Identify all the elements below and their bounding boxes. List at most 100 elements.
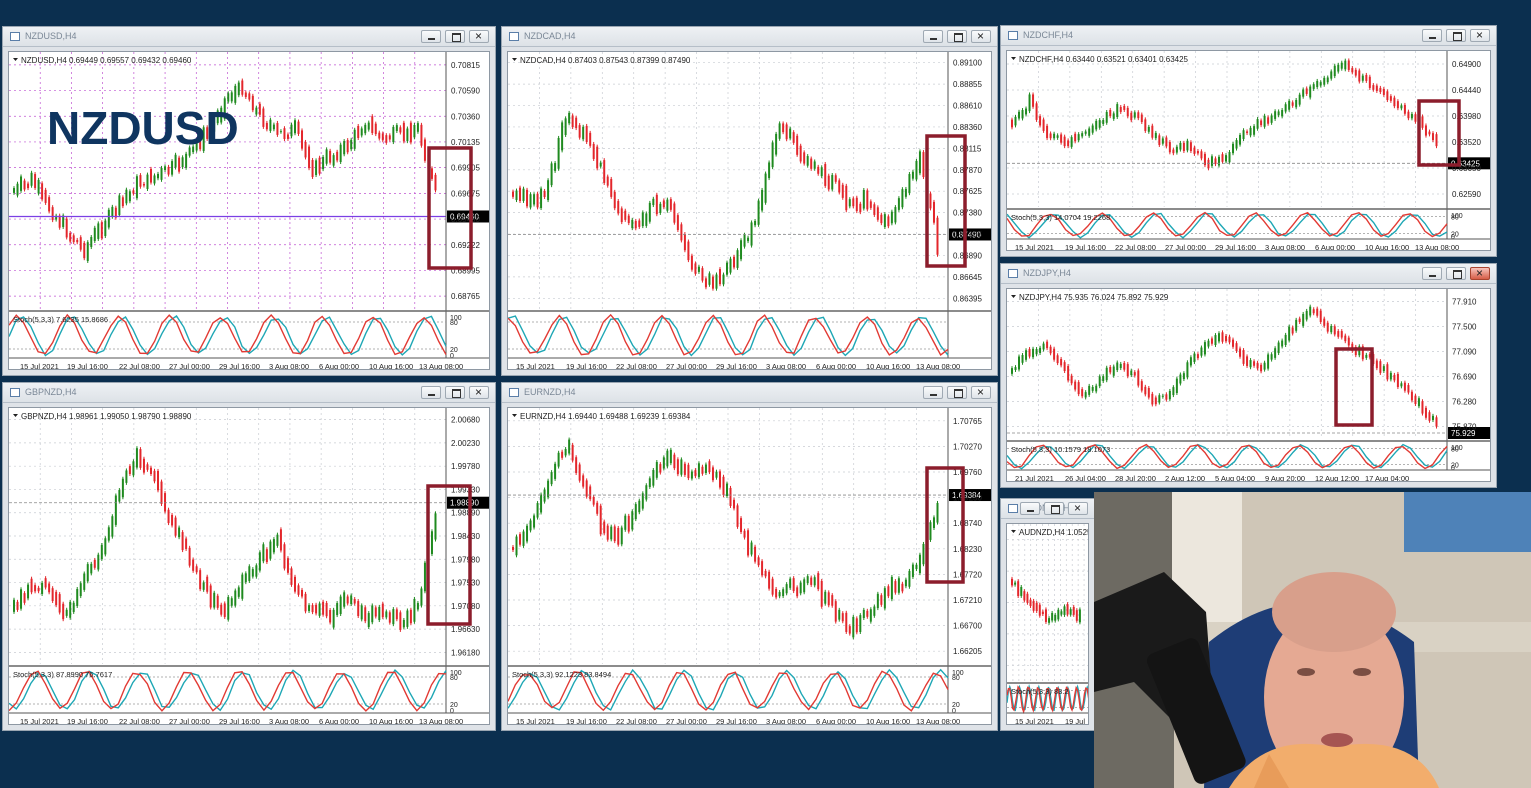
candle-body <box>904 579 907 587</box>
chart-svg[interactable]: 1.693841.707651.702701.697601.692501.687… <box>508 408 992 725</box>
candle-body <box>100 544 103 559</box>
window-title-bar[interactable]: NZDJPY,H4 <box>1001 264 1496 284</box>
candle-body <box>680 224 683 241</box>
candle-body <box>1256 362 1259 369</box>
chart-svg[interactable]: AUDNZD,H4 1.0525 Stoch(5,3,3) 83.2 15 Jul … <box>1007 524 1089 725</box>
chart-header: NZDCAD,H4 0.87403 0.87543 0.87399 0.8749… <box>520 56 691 65</box>
candle-body <box>227 93 230 102</box>
close-button[interactable] <box>971 29 991 43</box>
chart-canvas[interactable]: 1.98890 2.00680 2.00230 1.99780 1.99330 1.988… <box>8 407 490 725</box>
chart-canvas[interactable]: 75.929 77.910 77.500 77.090 76.690 76.280 75.8… <box>1006 288 1491 482</box>
window-title-bar[interactable]: GBPNZD,H4 <box>3 383 495 403</box>
maximize-button[interactable] <box>1446 267 1466 280</box>
candle-body <box>1217 156 1220 166</box>
chart-canvas[interactable]: AUDNZD,H4 1.0525 Stoch(5,3,3) 83.2 15 Jul … <box>1006 523 1089 725</box>
time-axis-label: 6 Aug 00:00 <box>1315 243 1355 251</box>
window-title-bar[interactable]: AUDNZD,H4 <box>1001 499 1094 519</box>
candle-body <box>918 554 921 574</box>
maximize-button[interactable] <box>947 386 967 399</box>
candle-body <box>929 193 932 209</box>
candle-body <box>1053 133 1056 139</box>
candle-body <box>859 615 862 632</box>
candle-body <box>244 92 247 97</box>
close-button[interactable] <box>469 29 489 43</box>
collapse-icon[interactable] <box>13 414 18 417</box>
minimize-button[interactable] <box>923 30 943 43</box>
collapse-icon[interactable] <box>1011 530 1016 533</box>
candle-body <box>149 467 152 474</box>
candle-body <box>315 160 318 176</box>
chart-canvas[interactable]: 0.63425 0.64900 0.64440 0.63980 0.63520 0.630… <box>1006 50 1491 251</box>
candle-body <box>915 564 918 570</box>
candle-body <box>220 604 223 615</box>
minimize-button[interactable] <box>1422 267 1442 280</box>
chart-window-eurnzd[interactable]: EURNZD,H4 1.693841.707651.702701.697601.6… <box>501 382 998 731</box>
chart-svg[interactable]: 0.634250.649000.644400.639800.635200.630… <box>1007 51 1491 251</box>
minimize-button[interactable] <box>923 386 943 399</box>
candle-body <box>23 180 26 190</box>
chart-window-nzdcad[interactable]: NZDCAD,H4 0.874900.891000.888550.886100.8… <box>501 26 998 376</box>
chart-canvas[interactable]: 1.69384 1.70765 1.70270 1.69760 1.69250 1.687… <box>507 407 992 725</box>
candle-body <box>336 603 339 616</box>
chart-window-nzdjpy[interactable]: NZDJPY,H4 75.92977.91077.50077.09076.6907… <box>1000 263 1497 488</box>
candle-body <box>589 132 592 146</box>
minimize-button[interactable] <box>1422 29 1442 42</box>
chart-svg[interactable]: 75.92977.91077.50077.09076.69076.28075.8… <box>1007 289 1491 482</box>
minimize-button[interactable] <box>1020 502 1040 515</box>
price-axis-label: 0.62590 <box>1452 190 1481 199</box>
chart-svg[interactable]: 0.874900.891000.888550.886100.883600.881… <box>508 52 992 370</box>
candle-body <box>199 570 202 590</box>
stoch-label: Stoch(5,3,3) 87.8990 76.7617 <box>13 670 112 679</box>
maximize-button[interactable] <box>445 30 465 43</box>
chart-svg[interactable]: 0.69460 0.70815 0.70590 0.70360 0.70135 0.699… <box>9 52 490 370</box>
window-title-bar[interactable]: NZDCAD,H4 <box>502 27 997 47</box>
collapse-icon[interactable] <box>1011 57 1016 60</box>
candle-body <box>1358 70 1361 82</box>
candle-body <box>627 215 630 224</box>
minimize-button[interactable] <box>421 386 441 399</box>
close-button[interactable] <box>971 385 991 399</box>
candle-body <box>430 531 433 555</box>
chart-canvas[interactable]: 0.69460 0.70815 0.70590 0.70360 0.70135 0.699… <box>8 51 490 370</box>
collapse-icon[interactable] <box>512 58 517 61</box>
candle-body <box>750 542 753 555</box>
chart-window-nzdusd[interactable]: NZDUSD,H4 0.69460 0.70815 0.70590 0.70360 0.7… <box>2 26 496 376</box>
candle-body <box>276 534 279 546</box>
time-axis-label: 15 Jul 2021 <box>20 362 59 370</box>
close-button[interactable] <box>1068 501 1088 515</box>
candle-body <box>652 469 655 486</box>
candle-body <box>561 451 564 458</box>
window-title-bar[interactable]: EURNZD,H4 <box>502 383 997 403</box>
candle-body <box>529 520 532 531</box>
collapse-icon[interactable] <box>1011 295 1016 298</box>
close-button[interactable] <box>1470 28 1490 42</box>
candle-body <box>585 125 588 143</box>
candle-body <box>332 609 335 628</box>
candle-body <box>922 543 925 565</box>
window-title-bar[interactable]: NZDCHF,H4 <box>1001 26 1496 46</box>
chart-window-audnzd[interactable]: AUDNZD,H4 AUDNZD,H4 1.0525 Stoch(5,3,3) 83… <box>1000 498 1095 731</box>
collapse-icon[interactable] <box>13 58 18 61</box>
candle-body <box>1172 149 1175 154</box>
candle-body <box>381 603 384 618</box>
close-button[interactable] <box>469 385 489 399</box>
chart-window-gbpnzd[interactable]: GBPNZD,H4 1.98890 2.00680 2.00230 1.99780 1.9… <box>2 382 496 731</box>
candle-body <box>711 467 714 481</box>
close-button[interactable] <box>1470 266 1490 280</box>
window-title-bar[interactable]: NZDUSD,H4 <box>3 27 495 47</box>
collapse-icon[interactable] <box>512 414 517 417</box>
maximize-button[interactable] <box>445 386 465 399</box>
maximize-button[interactable] <box>947 30 967 43</box>
candle-body <box>820 580 823 607</box>
price-axis-label: 1.70270 <box>953 442 982 451</box>
minimize-button[interactable] <box>421 30 441 43</box>
chart-window-nzdchf[interactable]: NZDCHF,H4 0.634250.649000.644400.639800.6… <box>1000 25 1497 257</box>
time-axis-label: 22 Jul 08:00 <box>616 717 657 725</box>
time-axis-label: 3 Aug 08:00 <box>269 717 309 725</box>
candle-body <box>638 220 641 227</box>
candle-body <box>1435 134 1438 147</box>
maximize-button[interactable] <box>1044 502 1064 515</box>
chart-canvas[interactable]: 0.87490 0.89100 0.88855 0.88610 0.88360 0.881… <box>507 51 992 370</box>
chart-svg[interactable]: 1.988902.006802.002301.997801.993301.988… <box>9 408 490 725</box>
maximize-button[interactable] <box>1446 29 1466 42</box>
